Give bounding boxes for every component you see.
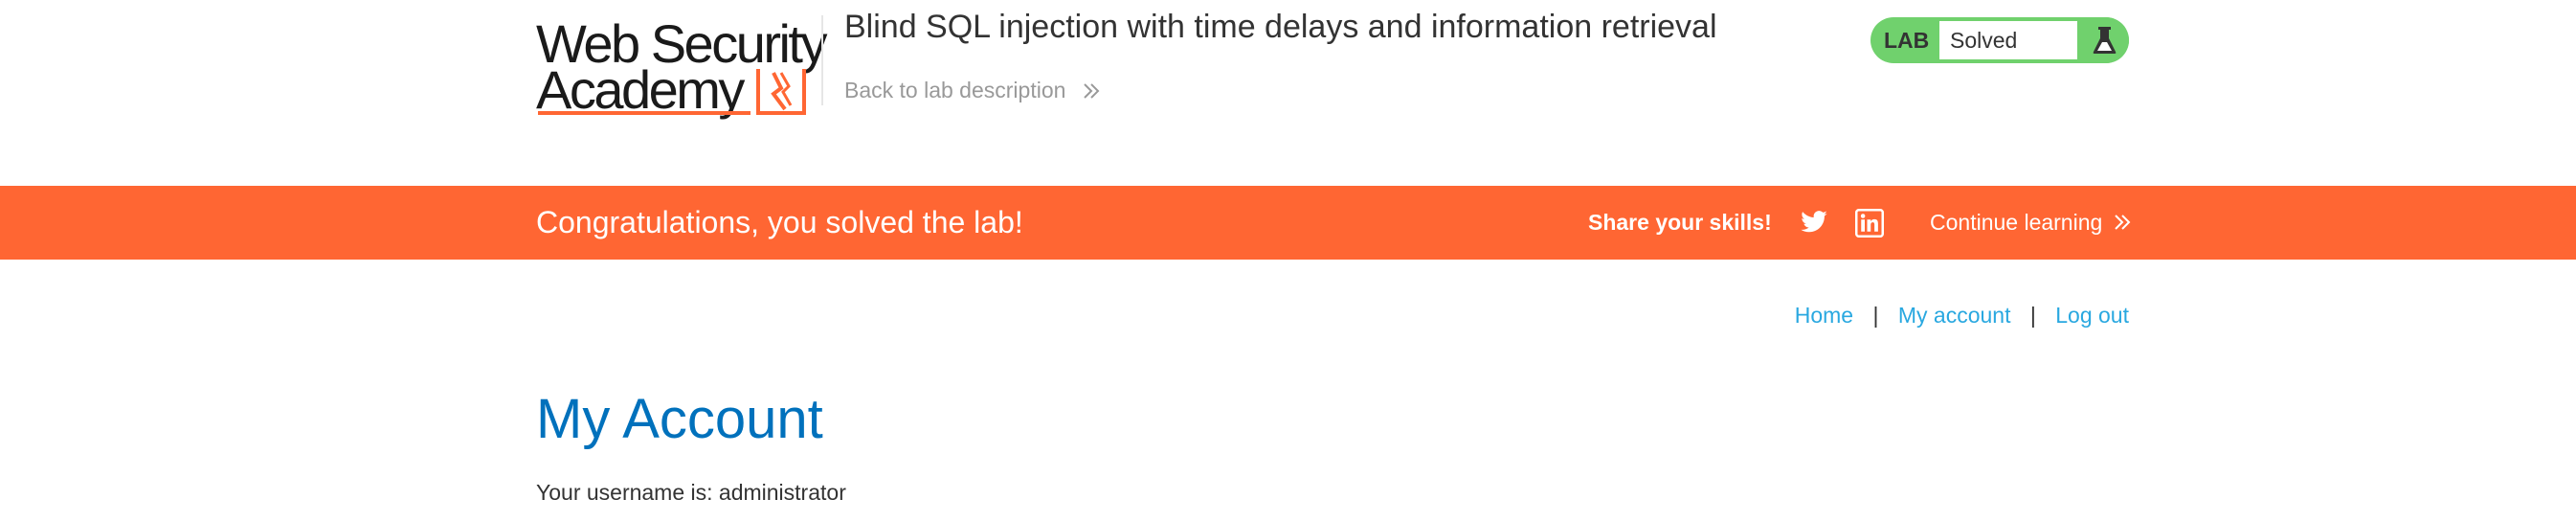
congratulations-message: Congratulations, you solved the lab!	[536, 205, 1023, 239]
account-nav: Home | My account | Log out	[1795, 299, 2129, 331]
logo-emblem-icon	[756, 69, 806, 115]
lab-badge-status: Solved	[1939, 21, 2077, 59]
logo-text-line-2: Academy	[536, 59, 745, 120]
logo-underline	[538, 111, 750, 115]
header-divider	[821, 15, 823, 105]
lab-status-badge: LAB Solved	[1870, 17, 2129, 63]
lab-solved-banner: Congratulations, you solved the lab! Sha…	[0, 186, 2576, 260]
username-text: Your username is: administrator	[536, 480, 846, 505]
web-security-academy-logo[interactable]: Web Security Academy	[536, 15, 827, 120]
flask-icon	[2080, 17, 2129, 63]
double-chevron-right-icon	[2114, 215, 2131, 230]
back-link-label: Back to lab description	[844, 78, 1066, 102]
lab-title: Blind SQL injection with time delays and…	[844, 9, 1717, 45]
nav-my-account-link[interactable]: My account	[1898, 303, 2011, 328]
share-skills-label: Share your skills!	[1588, 210, 1772, 235]
header: Web Security Academy Blind SQL injection…	[0, 0, 2576, 186]
back-to-lab-description-link[interactable]: Back to lab description	[844, 77, 1101, 103]
continue-learning-label: Continue learning	[1930, 210, 2103, 235]
continue-learning-link[interactable]: Continue learning	[1930, 186, 2132, 260]
lab-badge-label: LAB	[1884, 28, 1930, 53]
nav-home-link[interactable]: Home	[1795, 303, 1853, 328]
double-chevron-right-icon	[1084, 83, 1100, 99]
nav-separator: |	[1872, 303, 1879, 328]
nav-separator: |	[2029, 303, 2036, 328]
page-title: My Account	[536, 388, 823, 450]
linkedin-icon[interactable]	[1855, 209, 1884, 238]
nav-log-out-link[interactable]: Log out	[2055, 303, 2129, 328]
twitter-icon[interactable]	[1800, 208, 1828, 237]
